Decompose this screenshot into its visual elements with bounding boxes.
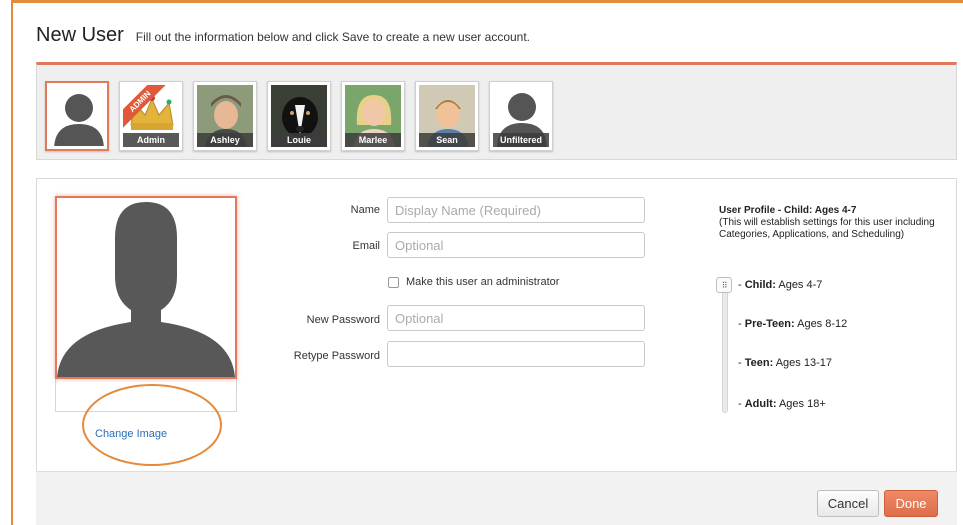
cancel-button[interactable]: Cancel (817, 490, 879, 517)
silhouette-icon (54, 94, 104, 146)
age-option-name: Child: (744, 279, 776, 291)
age-option-child[interactable]: - Child: Ages 4-7 (738, 279, 822, 291)
age-option-name: Adult: (744, 398, 777, 410)
done-button[interactable]: Done (884, 490, 938, 517)
new-password-input[interactable] (387, 305, 645, 331)
name-input[interactable] (387, 197, 645, 223)
age-option-preteen[interactable]: - Pre-Teen: Ages 8-12 (738, 318, 847, 330)
profile-slider-handle[interactable]: ⠿ (716, 277, 732, 293)
avatar-label: Marlee (345, 133, 401, 147)
age-option-name: Teen: (744, 357, 774, 369)
age-option-name: Pre-Teen: (744, 318, 795, 330)
change-image-highlight (82, 384, 222, 466)
user-profile-description: (This will establish settings for this u… (719, 217, 935, 240)
age-option-adult[interactable]: - Adult: Ages 18+ (738, 398, 826, 410)
admin-checkbox-label: Make this user an administrator (406, 276, 560, 288)
avatar-label: Sean (419, 133, 475, 147)
page-title: New User (36, 24, 124, 46)
avatar-label: Unfiltered (493, 133, 549, 147)
avatar-tile-sean[interactable]: Sean (415, 81, 479, 151)
email-input[interactable] (387, 232, 645, 258)
profile-slider-track[interactable] (722, 285, 728, 413)
change-image-link[interactable]: Change Image (95, 428, 167, 440)
avatar-label: Ashley (197, 133, 253, 147)
user-avatar-strip: ADMIN Admin Ashley Louie Marlee Sean Unf… (36, 62, 957, 160)
age-option-range: Ages 4-7 (778, 279, 823, 291)
page-subtitle: Fill out the information below and click… (135, 30, 531, 44)
window-left-border (11, 0, 13, 525)
retype-password-input[interactable] (387, 341, 645, 367)
age-option-range: Ages 8-12 (797, 318, 848, 330)
admin-checkbox-row[interactable]: Make this user an administrator (388, 276, 559, 288)
avatar-tile-marlee[interactable]: Marlee (341, 81, 405, 151)
avatar-tile-unfiltered[interactable]: Unfiltered (489, 81, 553, 151)
name-label: Name (350, 204, 380, 216)
window-top-border (11, 0, 963, 3)
avatar-label: Admin (123, 133, 179, 147)
avatar-tile-new-user[interactable] (45, 81, 109, 151)
admin-checkbox[interactable] (388, 276, 399, 288)
email-label: Email (352, 240, 380, 252)
age-option-range: Ages 13-17 (775, 357, 832, 369)
profile-image[interactable] (55, 196, 237, 379)
age-option-range: Ages 18+ (778, 398, 826, 410)
user-profile-heading: User Profile - Child: Ages 4-7 (719, 205, 857, 216)
age-option-teen[interactable]: - Teen: Ages 13-17 (738, 357, 832, 369)
retype-password-label: Retype Password (293, 350, 380, 362)
user-profile-info: User Profile - Child: Ages 4-7 (This wil… (719, 205, 939, 241)
avatar-tile-ashley[interactable]: Ashley (193, 81, 257, 151)
avatar-tile-louie[interactable]: Louie (267, 81, 331, 151)
page-header: New User Fill out the information below … (36, 24, 530, 47)
avatar-label: Louie (271, 133, 327, 147)
avatar-tile-admin[interactable]: ADMIN Admin (119, 81, 183, 151)
grip-icon: ⠿ (721, 280, 728, 290)
new-password-label: New Password (306, 314, 380, 326)
silhouette-icon (57, 202, 235, 377)
